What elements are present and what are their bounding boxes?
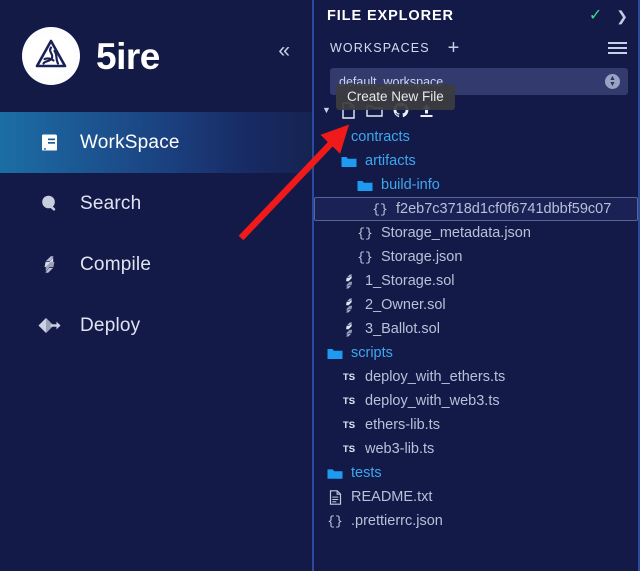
tree-row-file[interactable]: {} .prettierrc.json <box>314 509 640 533</box>
search-icon <box>36 193 62 214</box>
updown-spinner-icon[interactable]: ▲ ▼ <box>605 74 620 89</box>
caret-down-icon[interactable]: ▼ <box>322 105 331 115</box>
solidity-file-icon <box>340 298 358 313</box>
header-actions: ✓ ❯ <box>589 8 628 24</box>
sidebar-item-label: Deploy <box>80 314 141 336</box>
tree-row-file[interactable]: {} Storage.json <box>314 245 640 269</box>
tree-item-label: ethers-lib.ts <box>365 417 440 433</box>
tree-row-file[interactable]: README.txt <box>314 485 640 509</box>
file-explorer-header: FILE EXPLORER ✓ ❯ <box>314 0 640 32</box>
sidebar-item-workspace[interactable]: WorkSpace <box>0 112 312 173</box>
workspaces-label: WORKSPACES <box>330 41 430 55</box>
workspaces-row: WORKSPACES + <box>314 32 640 64</box>
file-tree: contracts artifacts build-info {} f2eb7c… <box>314 123 640 533</box>
brand-header: 5ire « <box>0 0 312 112</box>
5ire-logo-icon <box>22 27 80 85</box>
typescript-file-icon: TS <box>342 371 356 383</box>
json-file-icon: {} <box>357 225 373 241</box>
tree-item-label: 2_Owner.sol <box>365 297 446 313</box>
tree-row-file[interactable]: TS deploy_with_ethers.ts <box>314 365 640 389</box>
deploy-ethereum-icon <box>36 315 62 336</box>
tree-row-folder[interactable]: scripts <box>314 341 640 365</box>
chevron-double-left-icon[interactable]: « <box>278 40 290 61</box>
tree-row-folder[interactable]: artifacts <box>314 149 640 173</box>
tree-item-label: 3_Ballot.sol <box>365 321 440 337</box>
app-root: 5ire « WorkSpace Search Compile Deploy F… <box>0 0 640 571</box>
check-icon[interactable]: ✓ <box>589 8 602 24</box>
tree-row-file[interactable]: 1_Storage.sol <box>314 269 640 293</box>
typescript-file-icon: TS <box>342 443 356 455</box>
workspace-book-icon <box>36 132 62 153</box>
tree-item-label: Storage.json <box>381 249 463 265</box>
text-file-icon <box>326 489 344 505</box>
chevron-right-icon[interactable]: ❯ <box>616 9 628 23</box>
tree-row-folder[interactable]: build-info <box>314 173 640 197</box>
typescript-file-icon: TS <box>342 395 356 407</box>
sidebar-item-label: Search <box>80 192 142 214</box>
tooltip-create-new-file: Create New File <box>336 84 455 110</box>
tree-item-label: build-info <box>381 177 440 193</box>
solidity-file-icon <box>340 274 358 289</box>
folder-open-icon <box>356 179 374 192</box>
tree-item-label: .prettierrc.json <box>351 513 443 529</box>
plus-icon[interactable]: + <box>448 38 460 58</box>
tree-row-folder[interactable]: contracts <box>314 125 640 149</box>
tree-item-label: deploy_with_web3.ts <box>365 393 500 409</box>
tree-row-file[interactable]: 2_Owner.sol <box>314 293 640 317</box>
json-file-icon: {} <box>357 249 373 265</box>
tree-row-file[interactable]: TS web3-lib.ts <box>314 437 640 461</box>
folder-open-icon <box>326 131 344 144</box>
tree-item-label: Storage_metadata.json <box>381 225 531 241</box>
solidity-file-icon <box>340 322 358 337</box>
left-sidebar: 5ire « WorkSpace Search Compile Deploy <box>0 0 312 571</box>
typescript-file-icon: TS <box>342 419 356 431</box>
tree-item-label: tests <box>351 465 382 481</box>
tree-row-file[interactable]: {} Storage_metadata.json <box>314 221 640 245</box>
folder-closed-icon <box>326 467 344 480</box>
tree-row-file-selected[interactable]: {} f2eb7c3718d1cf0f6741dbbf59c07 <box>314 197 638 221</box>
folder-open-icon <box>326 347 344 360</box>
tree-row-file[interactable]: TS deploy_with_web3.ts <box>314 389 640 413</box>
tree-item-label: 1_Storage.sol <box>365 273 455 289</box>
tree-item-label: web3-lib.ts <box>365 441 435 457</box>
sidebar-item-compile[interactable]: Compile <box>0 234 312 295</box>
sidebar-item-search[interactable]: Search <box>0 173 312 234</box>
sidebar-item-label: WorkSpace <box>80 131 180 153</box>
hamburger-menu-icon[interactable] <box>608 42 627 54</box>
tree-item-label: deploy_with_ethers.ts <box>365 369 506 385</box>
page-title: FILE EXPLORER <box>327 8 454 24</box>
tree-row-file[interactable]: 3_Ballot.sol <box>314 317 640 341</box>
sidebar-item-label: Compile <box>80 253 152 275</box>
json-file-icon: {} <box>372 201 388 217</box>
tree-item-label: README.txt <box>351 489 433 505</box>
brand-title: 5ire <box>96 35 160 77</box>
file-explorer-panel: FILE EXPLORER ✓ ❯ WORKSPACES + default_w… <box>312 0 640 571</box>
folder-open-icon <box>340 155 358 168</box>
tree-item-label: contracts <box>351 129 410 145</box>
tree-item-label: scripts <box>351 345 393 361</box>
sidebar-item-deploy[interactable]: Deploy <box>0 295 312 356</box>
tree-row-folder[interactable]: tests <box>314 461 640 485</box>
sidebar-nav: WorkSpace Search Compile Deploy <box>0 112 312 356</box>
tree-item-label: artifacts <box>365 153 416 169</box>
json-file-icon: {} <box>327 513 343 529</box>
tree-item-label: f2eb7c3718d1cf0f6741dbbf59c07 <box>396 201 612 217</box>
tree-row-file[interactable]: TS ethers-lib.ts <box>314 413 640 437</box>
solidity-compile-icon <box>36 254 62 275</box>
